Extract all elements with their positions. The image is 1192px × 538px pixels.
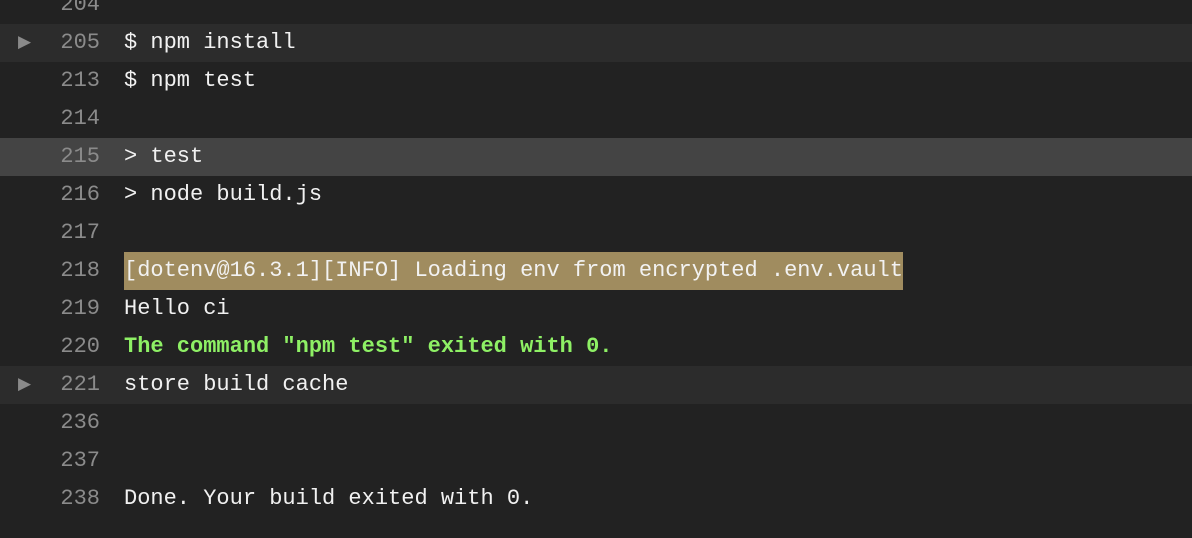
line-number[interactable]: 216 [40,176,100,214]
log-line: 217 [0,214,1192,252]
line-number[interactable]: 217 [40,214,100,252]
log-line: 204 [0,0,1192,24]
triangle-right-icon[interactable]: ▶ [18,366,38,404]
line-number[interactable]: 219 [40,290,100,328]
line-number[interactable]: 204 [40,0,100,24]
triangle-right-icon[interactable]: ▶ [18,24,38,62]
log-line: 214 [0,100,1192,138]
line-number[interactable]: 237 [40,442,100,480]
log-line: 237 [0,442,1192,480]
log-text: Done. Your build exited with 0. [124,486,534,511]
line-number[interactable]: 205 [40,24,100,62]
log-text: $ npm test [124,68,257,93]
line-number[interactable]: 213 [40,62,100,100]
line-number[interactable]: 214 [40,100,100,138]
log-text: > node build.js [124,182,323,207]
log-line: 215 > test [0,138,1192,176]
log-text: store build cache [124,372,349,397]
log-text: $ npm install [124,30,296,55]
log-line: 236 [0,404,1192,442]
log-fold-row[interactable]: ▶ 221 store build cache [0,366,1192,404]
log-text: > test [124,144,204,169]
line-number[interactable]: 218 [40,252,100,290]
line-number[interactable]: 236 [40,404,100,442]
log-success-text: The command "npm test" exited with 0. [124,334,613,359]
build-log: 204 ▶ 205 $ npm install 213 $ npm test 214 215 >… [0,0,1192,538]
line-number[interactable]: 238 [40,480,100,518]
log-line: 216 > node build.js [0,176,1192,214]
line-number[interactable]: 215 [40,138,100,176]
log-fold-row[interactable]: ▶ 205 $ npm install [0,24,1192,62]
log-line: 213 $ npm test [0,62,1192,100]
log-text: Hello ci [124,296,230,321]
log-line: 219 Hello ci [0,290,1192,328]
log-warning-text: [dotenv@16.3.1][INFO] Loading env from e… [124,252,903,290]
log-line: 220 The command "npm test" exited with 0. [0,328,1192,366]
log-line: 218 [dotenv@16.3.1][INFO] Loading env fro… [0,252,1192,290]
log-lines: 204 ▶ 205 $ npm install 213 $ npm test 214 215 >… [0,0,1192,518]
line-number[interactable]: 221 [40,366,100,404]
line-number[interactable]: 220 [40,328,100,366]
log-line: 238 Done. Your build exited with 0. [0,480,1192,518]
